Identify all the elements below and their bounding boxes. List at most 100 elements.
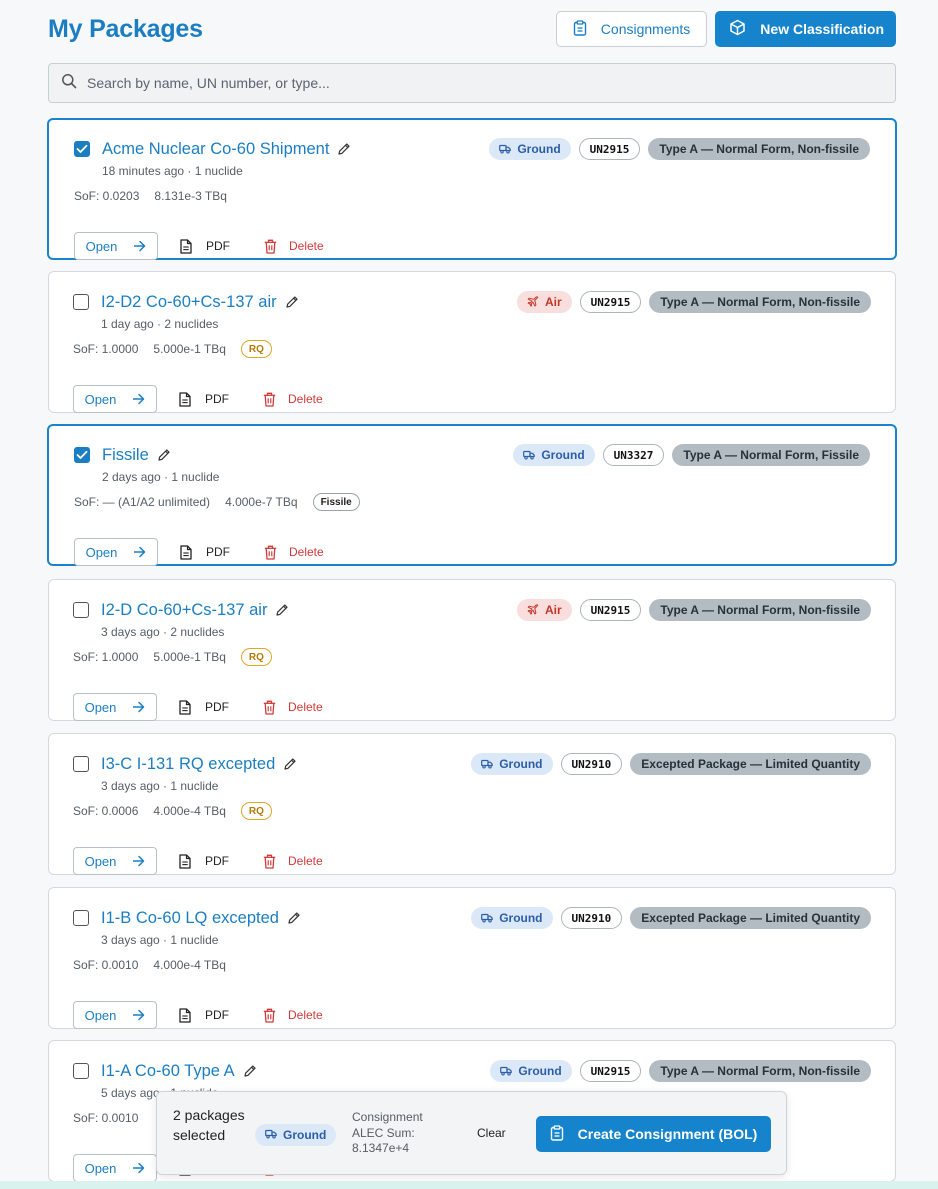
sum-of-fractions: SoF: — (A1/A2 unlimited) [74, 495, 211, 509]
delete-label: Delete [288, 1008, 323, 1022]
pdf-button[interactable]: PDF [179, 853, 229, 869]
pencil-icon[interactable] [243, 1064, 257, 1078]
delete-label: Delete [288, 392, 323, 406]
transport-mode-badge: Ground [513, 444, 595, 466]
transport-mode-label: Ground [517, 142, 561, 156]
pdf-button[interactable]: PDF [179, 391, 229, 407]
package-select-checkbox[interactable] [74, 447, 90, 463]
package-activity: 5.000e-1 TBq [153, 342, 226, 356]
package-card: Fissile Ground UN3327 Type A — Normal Form,… [47, 424, 897, 566]
package-card: Acme Nuclear Co-60 Shipment Ground UN2915 T… [47, 118, 897, 260]
pencil-icon[interactable] [337, 142, 351, 156]
check-icon [76, 144, 88, 154]
package-name-link[interactable]: Fissile [102, 446, 149, 465]
package-select-checkbox[interactable] [73, 294, 89, 310]
pdf-button[interactable]: PDF [180, 544, 230, 560]
package-badges: Ground UN2915 Type A — Normal Form, Non-fi… [489, 138, 870, 160]
pdf-label: PDF [205, 854, 229, 868]
consignments-button[interactable]: Consignments [555, 11, 708, 47]
package-sof-row: SoF: 1.0000 5.000e-1 TBq RQ [73, 648, 871, 666]
package-badges: Ground UN2910 Excepted Package — Limited Q… [471, 907, 871, 929]
consignment-alec-sum: Consignment ALEC Sum: 8.1347e+4 [352, 1110, 423, 1155]
pdf-button[interactable]: PDF [179, 1007, 229, 1023]
un-number-badge: UN3327 [602, 444, 665, 466]
trash-icon [264, 239, 277, 254]
package-title-row: I2-D2 Co-60+Cs-137 air Air UN2915 Type A — … [73, 290, 871, 314]
selection-bar: 2 packages selected Ground Consignment A… [156, 1091, 787, 1175]
delete-button[interactable]: Delete [263, 1008, 323, 1023]
rq-badge: RQ [240, 340, 272, 358]
pdf-button[interactable]: PDF [179, 699, 229, 715]
package-card-body: I2-D2 Co-60+Cs-137 air Air UN2915 Type A — … [73, 290, 871, 413]
package-name-link[interactable]: I3-C I-131 RQ excepted [101, 755, 275, 774]
check-icon [76, 450, 88, 460]
open-button[interactable]: Open [74, 232, 158, 260]
pencil-icon[interactable] [285, 295, 299, 309]
package-select-checkbox[interactable] [73, 756, 89, 772]
package-meta: 18 minutes ago · 1 nuclide [102, 164, 243, 178]
package-type-badge: Type A — Normal Form, Non-fissile [649, 1060, 871, 1082]
transport-mode-label: Air [544, 603, 562, 617]
transport-mode-badge: Ground [490, 1060, 572, 1082]
pencil-icon[interactable] [275, 603, 289, 617]
open-label: Open [84, 699, 117, 715]
open-label: Open [84, 1007, 117, 1023]
package-name-link[interactable]: I1-B Co-60 LQ excepted [101, 909, 279, 928]
un-number-badge: UN2915 [578, 138, 641, 160]
transport-mode-badge: Ground [471, 753, 553, 775]
pdf-button[interactable]: PDF [180, 238, 230, 254]
open-button[interactable]: Open [73, 847, 157, 875]
open-button[interactable]: Open [73, 693, 157, 721]
package-name-link[interactable]: I2-D2 Co-60+Cs-137 air [101, 293, 277, 312]
sum-of-fractions: SoF: 0.0006 [73, 804, 139, 818]
search-input[interactable] [87, 75, 895, 91]
arrow-right-icon [132, 1009, 145, 1021]
package-select-checkbox[interactable] [73, 910, 89, 926]
package-name-link[interactable]: I2-D Co-60+Cs-137 air [101, 601, 267, 620]
pencil-icon[interactable] [283, 757, 297, 771]
package-type-badge: Excepted Package — Limited Quantity [630, 753, 871, 775]
package-select-checkbox[interactable] [73, 1063, 89, 1079]
package-meta: 3 days ago · 1 nuclide [101, 933, 219, 947]
package-name-link[interactable]: Acme Nuclear Co-60 Shipment [102, 140, 329, 159]
open-button[interactable]: Open [73, 1001, 157, 1029]
package-card-body: I2-D Co-60+Cs-137 air Air UN2915 Type A — N… [73, 598, 871, 721]
truck-icon [499, 144, 512, 154]
package-activity: 4.000e-4 TBq [153, 958, 226, 972]
open-button[interactable]: Open [73, 385, 157, 413]
clear-selection-button[interactable]: Clear [477, 1126, 506, 1140]
un-number-badge: UN2915 [579, 599, 642, 621]
clipboard-icon [550, 1124, 564, 1144]
package-title-row: Acme Nuclear Co-60 Shipment Ground UN2915 T… [74, 137, 870, 161]
package-type-badge: Type A — Normal Form, Non-fissile [649, 291, 871, 313]
pdf-label: PDF [205, 392, 229, 406]
package-title-row: I1-A Co-60 Type A Ground UN2915 Type A — No… [73, 1059, 871, 1083]
package-name-link[interactable]: I1-A Co-60 Type A [101, 1062, 235, 1081]
delete-button[interactable]: Delete [263, 392, 323, 407]
package-meta: 2 days ago · 1 nuclide [102, 470, 220, 484]
package-select-checkbox[interactable] [74, 141, 90, 157]
page-header: My Packages Consignments New Classificat… [48, 11, 896, 47]
new-classification-button[interactable]: New Classification [715, 11, 896, 47]
open-button[interactable]: Open [73, 1154, 157, 1182]
pencil-icon[interactable] [157, 448, 171, 462]
rq-badge: RQ [240, 648, 272, 666]
delete-button[interactable]: Delete [264, 239, 324, 254]
transport-mode-badge: Ground [471, 907, 553, 929]
delete-button[interactable]: Delete [263, 854, 323, 869]
un-number-badge: UN2910 [560, 753, 623, 775]
sum-of-fractions: SoF: 0.0203 [74, 189, 140, 203]
package-badges: Ground UN3327 Type A — Normal Form, Fissil… [513, 444, 870, 466]
selected-count: 2 packages selected [173, 1107, 245, 1143]
package-card-body: I3-C I-131 RQ excepted Ground UN2910 Except… [73, 752, 871, 875]
package-actions: Open PDF Delete [73, 847, 323, 875]
package-card: I2-D Co-60+Cs-137 air Air UN2915 Type A — N… [48, 579, 896, 721]
pencil-icon[interactable] [287, 911, 301, 925]
package-activity: 4.000e-4 TBq [153, 804, 226, 818]
create-consignment-button[interactable]: Create Consignment (BOL) [536, 1116, 771, 1152]
package-select-checkbox[interactable] [73, 602, 89, 618]
arrow-right-icon [133, 240, 146, 252]
open-button[interactable]: Open [74, 538, 158, 566]
delete-button[interactable]: Delete [264, 545, 324, 560]
delete-button[interactable]: Delete [263, 700, 323, 715]
